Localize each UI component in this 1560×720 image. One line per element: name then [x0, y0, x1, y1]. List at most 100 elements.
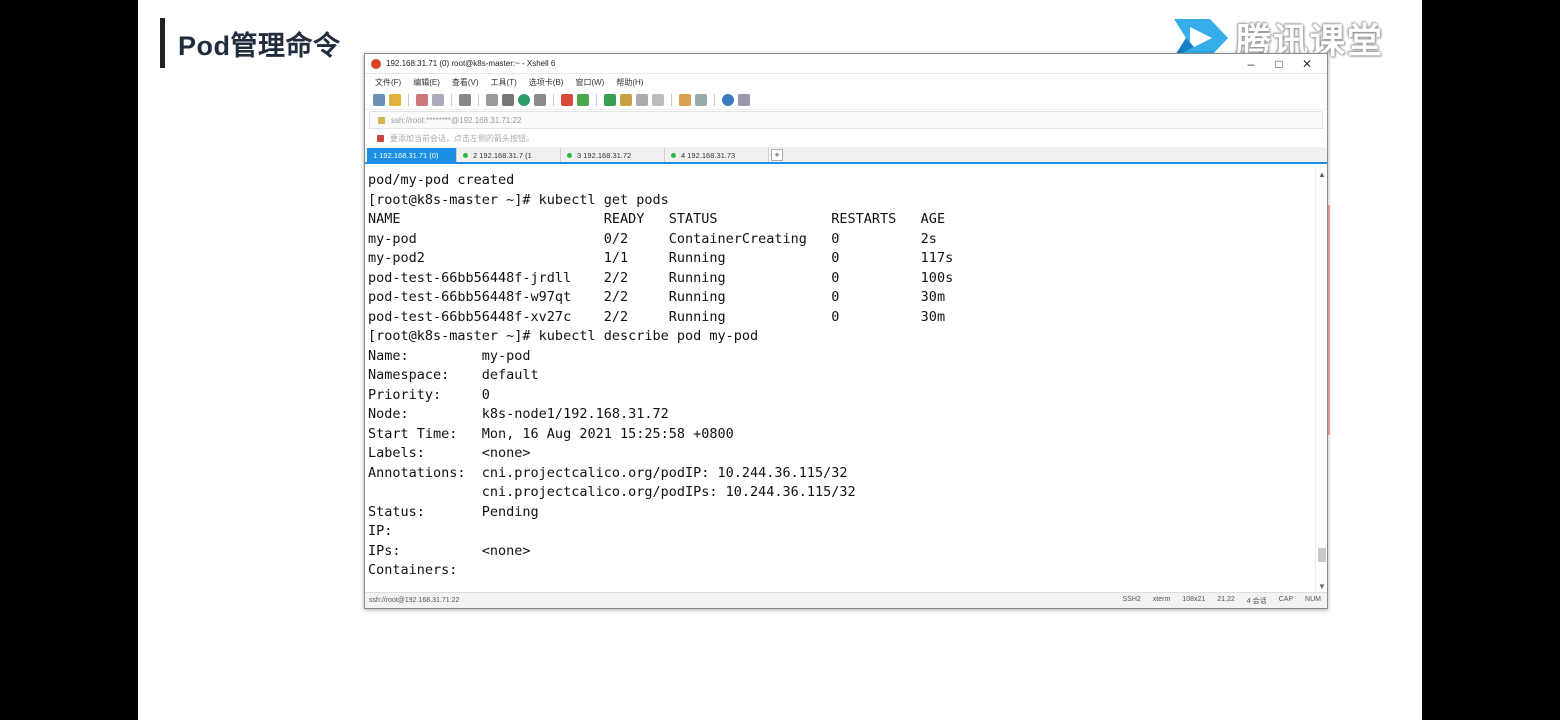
status-item: 108x21: [1182, 595, 1206, 603]
status-item: 4 会话: [1246, 597, 1267, 605]
find-icon[interactable]: [486, 93, 498, 106]
xshell-window: 192.168.31.71 (0) root@k8s-master:~ - Xs…: [364, 53, 1328, 609]
fullscreen-icon[interactable]: [604, 93, 616, 106]
terminal-line: my-pod 0/2 ContainerCreating 0 2s: [368, 230, 937, 247]
xshell-app-icon: [371, 58, 381, 69]
tab-label: 3 192.168.31.72: [577, 150, 632, 160]
scroll-down-icon[interactable]: ▼: [1318, 582, 1326, 591]
status-item: CAP: [1278, 595, 1294, 603]
terminal-scrollbar[interactable]: ▲ ▼: [1315, 168, 1327, 593]
terminal-line: pod-test-66bb56448f-xv27c 2/2 Running 0 …: [368, 308, 946, 325]
hint-text: 要添加当前会话，点击左侧的箭头按钮。: [390, 134, 534, 143]
terminal-line: Node: k8s-node1/192.168.31.72: [368, 406, 669, 422]
terminal-line: Namespace: default: [368, 367, 539, 383]
toolbar-divider: [671, 93, 672, 106]
window-title: 192.168.31.71 (0) root@k8s-master:~ - Xs…: [386, 59, 556, 68]
tab-label: 1 192.168.31.71 (0): [373, 150, 439, 160]
terminal-line: Containers:: [368, 562, 458, 578]
terminal-line: pod/my-pod created: [368, 172, 515, 188]
terminal-line: Annotations: cni.projectcalico.org/podIP…: [368, 464, 848, 481]
bookmark-icon: [377, 135, 384, 142]
reconnect-icon[interactable]: [432, 93, 444, 106]
keyboard-icon[interactable]: [636, 93, 648, 106]
tab-label: 2 192.168.31.7 (1: [473, 150, 532, 160]
lock-icon: [378, 116, 385, 124]
terminal-line: pod-test-66bb56448f-jrdll 2/2 Running 0 …: [368, 269, 954, 286]
properties-icon[interactable]: [459, 93, 471, 106]
menu-tools[interactable]: 工具(T): [491, 77, 517, 88]
scroll-up-icon[interactable]: ▲: [1318, 170, 1326, 179]
session-tabs: 1 192.168.31.71 (0) 2 192.168.31.7 (1 3 …: [365, 148, 1327, 164]
tunnel-icon[interactable]: [679, 93, 691, 106]
status-connection: ssh://root@192.168.31.71:22: [369, 597, 460, 604]
layout-icon[interactable]: [502, 93, 514, 106]
address-bar[interactable]: ssh://root:********@192.168.31.71:22: [369, 111, 1323, 129]
status-item: xterm: [1152, 595, 1171, 603]
address-value: ssh://root:********@192.168.31.71:22: [391, 115, 522, 125]
terminal-line: Priority: 0: [368, 386, 490, 403]
terminal-line: Labels: <none>: [368, 445, 531, 461]
menu-edit[interactable]: 编辑(E): [413, 77, 440, 88]
menu-file[interactable]: 文件(F): [375, 77, 401, 88]
terminal-line: NAME READY STATUS RESTARTS AGE: [368, 211, 946, 227]
compose-icon[interactable]: [652, 93, 664, 106]
terminal-line: [root@k8s-master ~]# kubectl get pods: [368, 191, 669, 208]
xftp-icon[interactable]: [561, 93, 573, 106]
red-edge-line: [1328, 205, 1330, 435]
title-accent-bar: [160, 18, 165, 68]
window-titlebar: 192.168.31.71 (0) root@k8s-master:~ - Xs…: [365, 54, 1327, 74]
terminal-line: cni.projectcalico.org/podIPs: 10.244.36.…: [368, 484, 856, 500]
terminal-line: my-pod2 1/1 Running 0 117s: [368, 250, 954, 266]
slide-title: Pod管理命令: [178, 31, 341, 61]
terminal-line: Start Time: Mon, 16 Aug 2021 15:25:58 +0…: [368, 425, 734, 442]
toolbar-divider: [714, 93, 715, 106]
terminal-line: pod-test-66bb56448f-w97qt 2/2 Running 0 …: [368, 289, 946, 305]
scroll-thumb[interactable]: [1318, 548, 1326, 562]
toolbar-divider: [596, 93, 597, 106]
window-layout-icon[interactable]: [695, 93, 707, 106]
terminal-line: [root@k8s-master ~]# kubectl describe po…: [368, 328, 759, 344]
toolbar: [365, 90, 1327, 110]
open-folder-icon[interactable]: [389, 93, 401, 106]
status-item: SSH2: [1122, 595, 1141, 603]
toolbar-divider: [553, 93, 554, 106]
hint-bar: 要添加当前会话，点击左侧的箭头按钮。: [369, 130, 1323, 148]
connected-dot-icon: [671, 152, 676, 158]
status-indicators: SSH2 xterm 108x21 21,22 4 会话 CAP NUM: [1123, 596, 1328, 606]
status-item: 21,22: [1217, 595, 1235, 603]
tab-label: 4 192.168.31.73: [681, 150, 736, 160]
font-icon[interactable]: [534, 93, 546, 106]
lock-icon[interactable]: [620, 93, 632, 106]
connected-dot-icon: [463, 152, 468, 158]
status-bar: ssh://root@192.168.31.71:22 SSH2 xterm 108…: [365, 592, 1327, 608]
menu-window[interactable]: 窗口(W): [575, 77, 604, 88]
tab-session-1[interactable]: 1 192.168.31.71 (0): [367, 148, 457, 162]
menubar: 文件(F) 编辑(E) 查看(V) 工具(T) 选项卡(B) 窗口(W) 帮助(…: [365, 74, 1327, 90]
chat-icon[interactable]: [738, 93, 750, 106]
tab-session-3[interactable]: 3 192.168.31.72: [561, 148, 665, 162]
menu-help[interactable]: 帮助(H): [616, 77, 643, 88]
status-item: NUM: [1305, 595, 1321, 603]
toolbar-divider: [451, 93, 452, 106]
new-session-icon[interactable]: [373, 93, 385, 106]
close-button[interactable]: ✕: [1293, 56, 1321, 72]
terminal-output[interactable]: pod/my-pod created [root@k8s-master ~]# k…: [365, 168, 1315, 593]
script-icon[interactable]: [577, 93, 589, 106]
connected-dot-icon: [567, 152, 572, 158]
toolbar-divider: [408, 93, 409, 106]
maximize-button[interactable]: □: [1265, 56, 1293, 72]
tab-session-4[interactable]: 4 192.168.31.73: [665, 148, 769, 162]
minimize-button[interactable]: –: [1237, 56, 1265, 72]
terminal-line: IP:: [368, 523, 393, 539]
tab-session-2[interactable]: 2 192.168.31.7 (1: [457, 148, 561, 162]
disconnect-icon[interactable]: [416, 93, 428, 106]
globe-icon[interactable]: [518, 93, 530, 106]
terminal-line: Name: my-pod: [368, 347, 531, 364]
terminal-line: IPs: <none>: [368, 542, 531, 559]
toolbar-divider: [478, 93, 479, 106]
add-tab-button[interactable]: +: [771, 149, 783, 161]
help-icon[interactable]: [722, 93, 734, 106]
menu-tab[interactable]: 选项卡(B): [529, 77, 564, 88]
menu-view[interactable]: 查看(V): [452, 77, 479, 88]
terminal-line: Status: Pending: [368, 503, 539, 520]
